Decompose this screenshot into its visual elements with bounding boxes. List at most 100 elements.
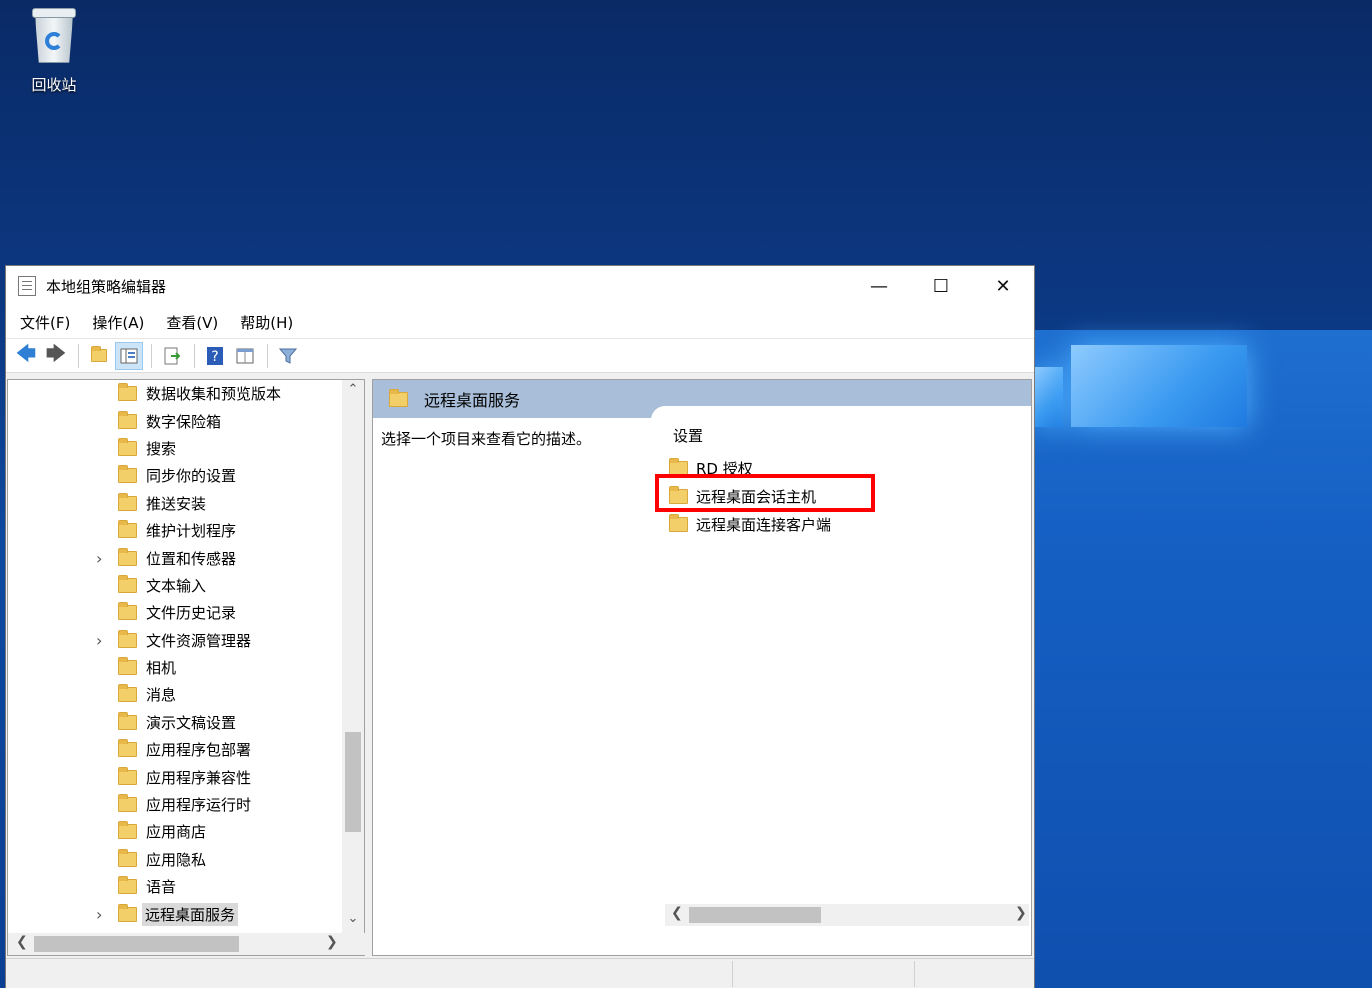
folder-icon xyxy=(118,437,137,456)
list-item-label: 远程桌面连接客户端 xyxy=(696,515,832,534)
scroll-right-icon[interactable]: ❯ xyxy=(326,934,338,950)
group-policy-editor-window: 本地组策略编辑器 — ☐ ✕ 文件(F) 操作(A) 查看(V) 帮助(H) 🡄… xyxy=(5,265,1035,988)
menu-action[interactable]: 操作(A) xyxy=(84,312,152,333)
tree-item-label: 位置和传感器 xyxy=(146,549,237,568)
chevron-right-icon[interactable]: › xyxy=(96,905,102,924)
tree-item[interactable]: 消息 xyxy=(8,681,344,708)
tree-item[interactable]: 演示文稿设置 xyxy=(8,709,344,736)
menu-help[interactable]: 帮助(H) xyxy=(232,312,301,333)
tree-item-label: 应用隐私 xyxy=(146,850,207,869)
recycle-bin-icon xyxy=(29,6,79,64)
tree-item[interactable]: 搜索 xyxy=(8,435,344,462)
folder-icon xyxy=(118,903,137,922)
tree-item-label: 文件历史记录 xyxy=(146,604,237,623)
tree-item[interactable]: 同步你的设置 xyxy=(8,462,344,489)
scroll-left-icon[interactable]: ❮ xyxy=(671,905,683,921)
list-item-rd-connection-client[interactable]: 远程桌面连接客户端 xyxy=(669,512,831,536)
tree-item[interactable]: 应用程序运行时 xyxy=(8,791,344,818)
tree-item-label: 语音 xyxy=(146,878,177,897)
header-curve-decoration xyxy=(651,406,1031,426)
tree-vertical-scrollbar[interactable]: ⌃ ⌄ xyxy=(342,380,364,933)
close-button[interactable]: ✕ xyxy=(972,266,1034,306)
tree-item[interactable]: 语音 xyxy=(8,873,344,900)
scroll-down-icon[interactable]: ⌄ xyxy=(342,911,364,931)
scroll-left-icon[interactable]: ❮ xyxy=(16,934,28,950)
scroll-up-icon[interactable]: ⌃ xyxy=(342,382,364,402)
tree-item[interactable]: 应用程序包部署 xyxy=(8,736,344,763)
svg-text:?: ? xyxy=(211,349,218,365)
details-horizontal-scrollbar[interactable]: ❮ ❯ xyxy=(665,904,1029,926)
tree-item[interactable]: 应用隐私 xyxy=(8,846,344,873)
details-hscroll-thumb[interactable] xyxy=(689,907,821,923)
recycle-bin-label: 回收站 xyxy=(31,76,77,94)
tree-item[interactable]: › 位置和传感器 xyxy=(8,544,344,571)
toolbar-separator xyxy=(267,343,268,368)
folder-icon xyxy=(118,794,137,813)
tree-item[interactable]: 推送安装 xyxy=(8,490,344,517)
folder-icon xyxy=(118,465,137,484)
filter-icon[interactable] xyxy=(274,342,302,370)
maximize-button[interactable]: ☐ xyxy=(910,266,972,306)
toolbar-separator xyxy=(78,343,79,368)
status-bar xyxy=(6,958,1034,988)
forward-arrow-icon[interactable]: 🡆 xyxy=(42,341,70,370)
tree-item-label: 维护计划程序 xyxy=(146,522,237,541)
window-title: 本地组策略编辑器 xyxy=(46,277,167,296)
folder-icon xyxy=(389,388,408,407)
tree-item[interactable]: 应用商店 xyxy=(8,818,344,845)
title-bar[interactable]: 本地组策略编辑器 — ☐ ✕ xyxy=(6,266,1034,306)
scroll-right-icon[interactable]: ❯ xyxy=(1015,905,1027,921)
folder-icon xyxy=(118,657,137,676)
tree-item-label: 文件资源管理器 xyxy=(146,631,252,650)
tree-horizontal-scrollbar[interactable]: ❮ ❯ xyxy=(8,933,366,955)
tree-item[interactable]: 文件历史记录 xyxy=(8,599,344,626)
tree-item[interactable]: 相机 xyxy=(8,654,344,681)
toolbar-separator xyxy=(151,343,152,368)
up-folder-icon[interactable] xyxy=(85,342,113,370)
folder-icon xyxy=(118,629,137,648)
show-hide-tree-icon[interactable] xyxy=(115,341,143,370)
recycle-bin-desktop-icon[interactable]: 回收站 xyxy=(14,6,94,98)
tree-item[interactable]: › 远程桌面服务 xyxy=(8,900,344,927)
folder-icon xyxy=(118,383,137,402)
tree-scroll-thumb[interactable] xyxy=(345,732,361,832)
tree-item[interactable]: 维护计划程序 xyxy=(8,517,344,544)
policy-tree: 数据收集和预览版本 数字保险箱 搜索 同步你的设置 推送安装 维护计划程序 › 位置和传感器文… xyxy=(8,380,344,933)
tree-item[interactable]: 数字保险箱 xyxy=(8,407,344,434)
folder-icon xyxy=(118,574,137,593)
tree-item-label: 搜索 xyxy=(146,439,177,458)
folder-icon xyxy=(118,520,137,539)
column-header-settings[interactable]: 设置 xyxy=(673,425,703,446)
tree-item[interactable]: 文本输入 xyxy=(8,572,344,599)
details-pane: 远程桌面服务 选择一个项目来查看它的描述。 设置 RD 授权 远程桌面会话主机 … xyxy=(372,379,1032,956)
folder-icon xyxy=(118,766,137,785)
folder-icon xyxy=(118,876,137,895)
chevron-right-icon[interactable]: › xyxy=(96,549,102,568)
tree-item-label: 数据收集和预览版本 xyxy=(146,385,282,404)
tree-item-label: 应用程序包部署 xyxy=(146,741,252,760)
tree-item[interactable]: 应用程序兼容性 xyxy=(8,763,344,790)
help-icon[interactable]: ? xyxy=(201,342,229,370)
export-list-icon[interactable] xyxy=(158,342,186,370)
menu-view[interactable]: 查看(V) xyxy=(158,312,226,333)
back-arrow-icon[interactable]: 🡄 xyxy=(12,341,40,370)
folder-icon xyxy=(118,547,137,566)
tree-pane: 数据收集和预览版本 数字保险箱 搜索 同步你的设置 推送安装 维护计划程序 › 位置和传感器文… xyxy=(7,379,366,956)
tree-item-label: 远程桌面服务 xyxy=(142,902,239,926)
tree-item[interactable]: 数据收集和预览版本 xyxy=(8,380,344,407)
menu-file[interactable]: 文件(F) xyxy=(12,312,78,333)
status-divider xyxy=(914,961,915,987)
chevron-right-icon[interactable]: › xyxy=(96,631,102,650)
minimize-button[interactable]: — xyxy=(848,266,910,306)
app-icon xyxy=(18,276,36,296)
status-divider xyxy=(732,961,733,987)
toolbar-separator xyxy=(194,343,195,368)
tree-hscroll-thumb[interactable] xyxy=(34,936,239,952)
tree-item-label: 演示文稿设置 xyxy=(146,713,237,732)
properties-icon[interactable] xyxy=(231,342,259,370)
tree-item-label: 相机 xyxy=(146,659,177,678)
folder-icon xyxy=(118,684,137,703)
folder-icon xyxy=(118,739,137,758)
tree-item[interactable]: › 文件资源管理器 xyxy=(8,627,344,654)
folder-icon xyxy=(118,492,137,511)
